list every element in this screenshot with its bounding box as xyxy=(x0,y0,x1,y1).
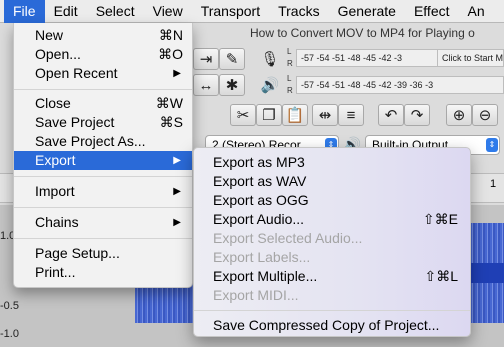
menu-transport[interactable]: Transport xyxy=(192,0,269,23)
menu-item-label: Import xyxy=(35,183,75,199)
menu-item-shortcut: ⌘W xyxy=(155,95,183,111)
menu-item-page-setup[interactable]: Page Setup... xyxy=(14,244,192,263)
microphone-icon[interactable]: 🎙 xyxy=(257,48,283,70)
paste-icon[interactable]: 📋 xyxy=(282,104,308,126)
timeshift-tool-icon[interactable]: ↔ xyxy=(193,74,219,96)
menu-item-export-labels: Export Labels... xyxy=(194,248,470,267)
playback-meter[interactable]: -57 -54 -51 -48 -45 -42 -39 -36 -3 xyxy=(296,76,504,94)
menu-item-label: Export Selected Audio... xyxy=(213,230,363,246)
menu-analyze[interactable]: An xyxy=(459,0,494,23)
menu-item-shortcut: ⇧⌘E xyxy=(422,211,458,227)
meter-right-label-2: R xyxy=(287,86,293,95)
menu-item-save-project-as[interactable]: Save Project As... xyxy=(14,132,192,151)
menu-separator xyxy=(14,207,192,208)
menu-item-save-compressed-copy[interactable]: Save Compressed Copy of Project... xyxy=(194,316,470,335)
menu-item-label: Export as OGG xyxy=(213,192,309,208)
menu-item-label: Export Labels... xyxy=(213,249,311,265)
menu-item-label: Open Recent xyxy=(35,65,118,81)
meter-right-label: R xyxy=(287,59,293,68)
cut-icon[interactable]: ✂ xyxy=(230,104,256,126)
menu-item-label: Export xyxy=(35,152,76,168)
menu-item-export-midi: Export MIDI... xyxy=(194,286,470,305)
menu-item-label: Save Project As... xyxy=(35,133,146,149)
menu-item-shortcut: ⌘N xyxy=(158,27,183,43)
submenu-arrow-icon: ▶ xyxy=(173,217,181,228)
zoom-out-icon[interactable]: ⊖ xyxy=(472,104,498,126)
submenu-arrow-icon: ▶ xyxy=(173,155,181,166)
menu-item-label: Chains xyxy=(35,214,79,230)
menu-item-shortcut: ⌘O xyxy=(158,46,183,62)
menu-item-chains[interactable]: Chains ▶ xyxy=(14,213,192,232)
scale-label-mid: -0.5 xyxy=(0,300,19,312)
recording-meter[interactable]: -57 -54 -51 -48 -45 -42 -3 xyxy=(296,49,438,67)
menu-separator xyxy=(194,310,470,311)
menu-item-export[interactable]: Export ▶ xyxy=(14,151,192,170)
export-submenu: Export as MP3 Export as WAV Export as OG… xyxy=(193,147,471,337)
menu-item-save-project[interactable]: Save Project ⌘S xyxy=(14,113,192,132)
menu-item-export-mp3[interactable]: Export as MP3 xyxy=(194,153,470,172)
menu-item-close[interactable]: Close ⌘W xyxy=(14,94,192,113)
menu-item-new[interactable]: New ⌘N xyxy=(14,26,192,45)
redo-icon[interactable]: ↷ xyxy=(404,104,430,126)
trim-icon[interactable]: ⇹ xyxy=(312,104,338,126)
menu-select[interactable]: Select xyxy=(87,0,144,23)
ruler-tick: 1 xyxy=(490,178,497,190)
menu-separator xyxy=(14,89,192,90)
silence-icon[interactable]: ≡ xyxy=(338,104,364,126)
menu-item-open[interactable]: Open... ⌘O xyxy=(14,45,192,64)
draw-tool-icon[interactable]: ✎ xyxy=(219,48,245,70)
menubar: File Edit Select View Transport Tracks G… xyxy=(0,0,504,23)
selection-tool-icon[interactable]: ⇥ xyxy=(193,48,219,70)
menu-view[interactable]: View xyxy=(144,0,192,23)
meter-left-label-2: L xyxy=(287,74,292,83)
menu-item-shortcut: ⌘S xyxy=(159,114,183,130)
menu-item-print[interactable]: Print... xyxy=(14,263,192,282)
menu-edit[interactable]: Edit xyxy=(45,0,87,23)
menu-item-label: Page Setup... xyxy=(35,245,120,261)
speaker-icon[interactable]: 🔊 xyxy=(257,74,283,96)
menu-generate[interactable]: Generate xyxy=(329,0,405,23)
recording-meter-hint[interactable]: Click to Start M xyxy=(437,49,504,67)
document-title: How to Convert MOV to MP4 for Playing o xyxy=(250,26,475,40)
menu-item-label: New xyxy=(35,27,64,43)
menu-item-label: Close xyxy=(35,95,71,111)
menu-separator xyxy=(14,176,192,177)
meter-left-label: L xyxy=(287,47,292,56)
menu-item-label: Open... xyxy=(35,46,81,62)
menu-item-export-wav[interactable]: Export as WAV xyxy=(194,172,470,191)
chevron-updown-icon-2: ⇕ xyxy=(486,138,498,152)
scale-label-bottom: -1.0 xyxy=(0,328,19,340)
menu-item-label: Save Project xyxy=(35,114,115,130)
submenu-arrow-icon: ▶ xyxy=(173,186,181,197)
menu-item-label: Export as MP3 xyxy=(213,154,305,170)
menu-item-shortcut: ⇧⌘L xyxy=(424,268,458,284)
menu-item-label: Print... xyxy=(35,264,76,280)
menu-item-export-selected-audio: Export Selected Audio... xyxy=(194,229,470,248)
menu-item-export-multiple[interactable]: Export Multiple... ⇧⌘L xyxy=(194,267,470,286)
menu-separator xyxy=(14,238,192,239)
file-menu: New ⌘N Open... ⌘O Open Recent ▶ Close ⌘W… xyxy=(13,23,193,288)
menu-item-label: Export as WAV xyxy=(213,173,307,189)
menu-tracks[interactable]: Tracks xyxy=(269,0,328,23)
multi-tool-icon[interactable]: ✱ xyxy=(219,74,245,96)
undo-icon[interactable]: ↶ xyxy=(378,104,404,126)
menu-file[interactable]: File xyxy=(4,0,45,23)
menu-item-open-recent[interactable]: Open Recent ▶ xyxy=(14,64,192,83)
menu-item-export-audio[interactable]: Export Audio... ⇧⌘E xyxy=(194,210,470,229)
submenu-arrow-icon: ▶ xyxy=(173,68,181,79)
copy-icon[interactable]: ❐ xyxy=(256,104,282,126)
zoom-in-icon[interactable]: ⊕ xyxy=(446,104,472,126)
menu-item-label: Export Audio... xyxy=(213,211,305,227)
menu-item-label: Export Multiple... xyxy=(213,268,318,284)
menu-item-export-ogg[interactable]: Export as OGG xyxy=(194,191,470,210)
menu-item-import[interactable]: Import ▶ xyxy=(14,182,192,201)
menu-item-label: Save Compressed Copy of Project... xyxy=(213,317,440,333)
menu-item-label: Export MIDI... xyxy=(213,287,299,303)
menu-effect[interactable]: Effect xyxy=(405,0,459,23)
